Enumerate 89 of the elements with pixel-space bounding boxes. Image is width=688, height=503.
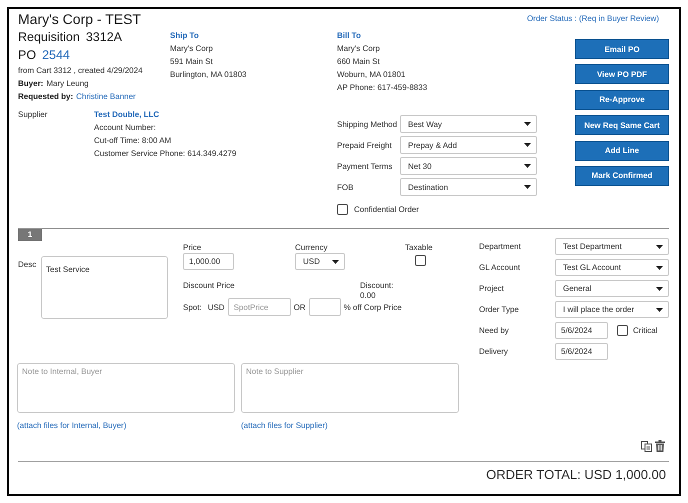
requested-by-label: Requested by: xyxy=(18,92,74,101)
caret-icon xyxy=(524,122,531,126)
field-label: Payment Terms xyxy=(337,160,394,172)
requester-link[interactable]: Christine Banner xyxy=(76,92,136,101)
percent-label: % off Corp Price xyxy=(344,302,402,314)
action-button[interactable]: Mark Confirmed xyxy=(575,166,669,186)
spot-label: Spot: xyxy=(183,302,202,314)
taxable-checkbox[interactable] xyxy=(415,255,426,266)
dropdown-select[interactable]: Net 30 xyxy=(400,157,537,175)
caret-icon xyxy=(332,260,339,264)
field-label: Order Type xyxy=(479,304,520,316)
order-status-link[interactable]: Order Status : (Req in Buyer Review) xyxy=(526,13,659,25)
line-number-badge: 1 xyxy=(18,229,42,241)
trash-icon[interactable] xyxy=(655,440,665,452)
spot-currency: USD xyxy=(208,302,225,314)
action-button[interactable]: New Req Same Cart xyxy=(575,115,669,136)
taxable-label: Taxable xyxy=(405,242,434,254)
price-label: Price xyxy=(183,242,202,254)
bill-to-address-line: Woburn, MA 01801 xyxy=(337,69,406,81)
action-button[interactable]: View PO PDF xyxy=(575,64,669,84)
caret-icon xyxy=(656,286,663,290)
supplier-detail: Account Number: xyxy=(94,122,156,134)
buyer-name: Mary Leung xyxy=(46,79,89,88)
caret-icon xyxy=(524,143,531,147)
action-button[interactable]: Add Line xyxy=(575,140,669,161)
caret-icon xyxy=(656,244,663,248)
note-field[interactable]: Note to Supplier xyxy=(241,363,459,413)
action-button[interactable]: Re-Approve xyxy=(575,90,669,110)
dropdown-select[interactable]: Test GL Account xyxy=(555,259,669,276)
confidential-checkbox[interactable] xyxy=(337,204,348,215)
requisition-number: 3312A xyxy=(86,30,122,44)
action-button[interactable]: Email PO xyxy=(575,39,669,59)
discount-value: 0.00 xyxy=(360,291,377,301)
ship-to-address-line: 591 Main St xyxy=(170,56,214,68)
field-label: FOB xyxy=(337,182,354,194)
dropdown-select[interactable]: I will place the order xyxy=(555,301,669,318)
date-field[interactable]: 5/6/2024 xyxy=(555,343,608,360)
field-label: Shipping Method xyxy=(337,118,398,130)
supplier-detail: Customer Service Phone: 614.349.4279 xyxy=(94,148,236,160)
po-label: PO xyxy=(18,48,36,62)
dropdown-select[interactable]: Destination xyxy=(400,178,537,196)
caret-icon xyxy=(524,185,531,189)
ship-to-address-line: Burlington, MA 01803 xyxy=(170,69,248,81)
bill-to-address-line: 660 Main St xyxy=(337,56,381,68)
checkbox-label: Critical xyxy=(633,325,658,337)
attach-files-link[interactable]: (attach files for Internal, Buyer) xyxy=(17,419,126,432)
bill-to-address-line: Mary's Corp xyxy=(337,43,381,55)
description-field[interactable]: Test Service xyxy=(41,256,168,319)
dropdown-select[interactable]: Best Way xyxy=(400,115,537,133)
caret-icon xyxy=(524,164,531,168)
checkbox-label: Confidential Order xyxy=(354,204,419,216)
created-info: from Cart 3312 , created 4/29/2024 xyxy=(18,65,144,77)
supplier-detail: Cut-off Time: 8:00 AM xyxy=(94,135,172,147)
price-field[interactable]: 1,000.00 xyxy=(183,253,234,270)
field-label: Project xyxy=(479,283,505,295)
currency-label: Currency xyxy=(295,242,328,254)
supplier-label: Supplier xyxy=(18,109,48,121)
field-label: Delivery xyxy=(479,346,509,358)
page-title: Mary's Corp - TEST xyxy=(18,11,142,28)
copy-icon[interactable] xyxy=(641,441,652,452)
field-label: Need by xyxy=(479,325,510,337)
date-field[interactable]: 5/6/2024 xyxy=(555,322,608,339)
note-field[interactable]: Note to Internal, Buyer xyxy=(17,363,235,413)
caret-icon xyxy=(656,308,663,312)
dropdown-select[interactable]: General xyxy=(555,280,669,297)
discount-label: Discount: xyxy=(360,281,394,291)
po-number-link[interactable]: 2544 xyxy=(42,48,70,62)
ship-to-address-line: Mary's Corp xyxy=(170,43,214,55)
supplier-link[interactable]: Test Double, LLC xyxy=(94,108,160,121)
caret-icon xyxy=(656,266,663,270)
or-label: OR xyxy=(294,302,306,314)
order-total: ORDER TOTAL: USD 1,000.00 xyxy=(485,466,667,484)
buyer-label: Buyer: xyxy=(18,79,44,88)
spot-price-field[interactable]: SpotPrice xyxy=(228,298,291,316)
critical-checkbox[interactable] xyxy=(617,325,628,336)
dropdown-select[interactable]: Prepay & Add xyxy=(400,136,537,154)
desc-label: Desc xyxy=(18,259,38,271)
discount-price-label: Discount Price xyxy=(183,281,236,292)
field-label: Department xyxy=(479,241,522,253)
field-label: GL Account xyxy=(479,262,522,274)
bill-to-heading: Bill To xyxy=(337,30,362,42)
ship-to-heading: Ship To xyxy=(170,30,200,42)
dropdown-select[interactable]: Test Department xyxy=(555,238,669,255)
bill-to-address-line: AP Phone: 617-459-8833 xyxy=(337,82,428,94)
field-label: Prepaid Freight xyxy=(337,140,393,152)
currency-select[interactable]: USD xyxy=(295,253,345,270)
requisition-label: Requisition xyxy=(18,30,80,44)
attach-files-link[interactable]: (attach files for Supplier) xyxy=(241,419,328,432)
percent-field[interactable] xyxy=(308,298,341,316)
